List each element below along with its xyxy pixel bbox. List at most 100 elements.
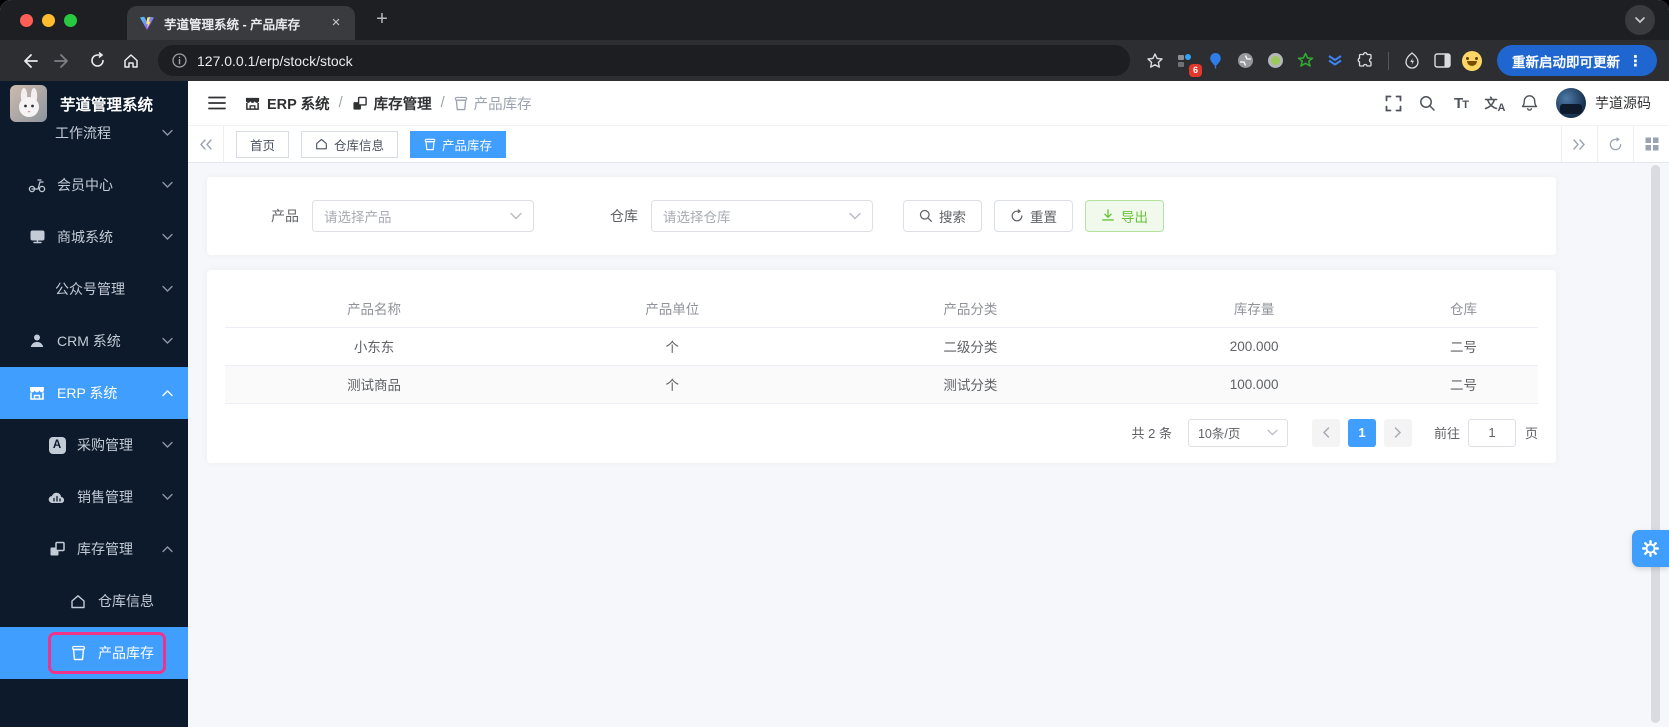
profile-emoji-icon[interactable] [1459,48,1485,74]
locale-button[interactable]: 文A [1478,86,1512,120]
extension-camera-icon[interactable] [1232,48,1258,74]
breadcrumb-separator: / [338,95,343,111]
stock-table-panel: 产品名称 产品单位 产品分类 库存量 仓库 小东东 个 二级分类 200.000… [207,270,1556,463]
person-icon [27,333,47,349]
url-text[interactable]: 127.0.0.1/erp/stock/stock [197,53,353,69]
tab-refresh-button[interactable] [1597,126,1633,162]
extension-chevrons-icon[interactable] [1322,48,1348,74]
sidebar-item-stock-mgmt[interactable]: 库存管理 [0,523,188,575]
sidebar-item-label: 产品库存 [98,645,154,661]
app-header: ERP 系统 / 库存管理 / 产品库存 TT 文A 芋道源码 [188,81,1669,126]
sidebar-menu: 工作流程 会员中心 商城系统 公众号管理 CRM 系统 ERP 系统 A 采购管… [0,107,188,679]
chevron-down-icon [162,233,173,240]
sidebar-item-sales[interactable]: 销售管理 [0,471,188,523]
next-page-button[interactable] [1383,418,1412,447]
home-button[interactable] [116,46,146,76]
relaunch-to-update-button[interactable]: 重新启动即可更新 ⋮ [1497,45,1657,76]
back-arrow-icon [24,53,38,68]
bell-icon [1521,95,1537,111]
tabs-scroll-right-button[interactable] [1561,126,1597,162]
search-button[interactable] [1410,86,1444,120]
close-window-button[interactable] [20,13,33,27]
export-button-label: 导出 [1121,210,1148,225]
export-button[interactable]: 导出 [1085,200,1164,232]
sidebar-item-product-stock[interactable]: 产品库存 [0,627,188,679]
page-size-select[interactable]: 10条/页 [1187,418,1288,447]
storefront-icon [245,97,260,110]
page-tab-product-stock[interactable]: 产品库存 [410,130,507,158]
warehouse-select-placeholder: 请选择仓库 [663,210,731,225]
tab-close-icon[interactable]: × [327,14,345,32]
reset-button[interactable]: 重置 [994,200,1073,232]
sidebar-item-purchase[interactable]: A 采购管理 [0,419,188,471]
zoom-window-button[interactable] [64,13,77,27]
back-button[interactable] [14,46,44,76]
browser-tab[interactable]: 芋道管理系统 - 产品库存 × [127,6,355,40]
forward-button[interactable] [48,46,78,76]
extensions-puzzle-button[interactable] [1352,48,1378,74]
cell-product-unit: 个 [523,365,822,404]
fullscreen-button[interactable] [1376,86,1410,120]
table-row[interactable]: 小东东 个 二级分类 200.000 二号 [225,327,1538,366]
battery-saver-icon[interactable] [1399,48,1425,74]
breadcrumb-erp[interactable]: ERP 系统 [244,93,330,114]
search-button[interactable]: 搜索 [903,200,982,232]
site-info-icon[interactable] [172,53,187,68]
extension-balloon-icon[interactable] [1202,48,1228,74]
tab-search-button[interactable] [1625,5,1655,35]
extension-star-icon[interactable] [1292,48,1318,74]
page-number-current[interactable]: 1 [1347,418,1376,447]
pagination-total: 共 2 条 [1131,426,1172,441]
main-scrollbar[interactable] [1651,165,1660,723]
table-row[interactable]: 测试商品 个 测试分类 100.000 二号 [225,365,1538,404]
breadcrumb-stock-mgmt[interactable]: 库存管理 [352,93,432,114]
boxes-icon [353,96,367,110]
extension-downloads-icon[interactable]: 6 [1172,48,1202,77]
cell-warehouse: 二号 [1388,365,1538,404]
cell-stock-count: 100.000 [1119,365,1389,404]
theme-settings-button[interactable] [1632,530,1669,567]
notifications-button[interactable] [1512,86,1546,120]
page-tab-warehouse-info[interactable]: 仓库信息 [301,130,399,158]
bookmark-star-button[interactable] [1142,48,1168,74]
extension-record-icon[interactable] [1262,48,1288,74]
sidebar-item-label: 公众号管理 [55,281,125,297]
product-select[interactable]: 请选择产品 [312,200,534,232]
minimize-window-button[interactable] [42,13,55,27]
side-panel-button[interactable] [1429,48,1455,74]
sidebar-item-label: 仓库信息 [98,593,154,609]
sidebar-item-member-center[interactable]: 会员中心 [0,159,188,211]
product-filter-label: 产品 [271,208,299,224]
browser-window: 芋道管理系统 - 产品库存 × + 127.0.0.1/erp/stock/st… [0,0,1669,727]
sidebar-item-erp[interactable]: ERP 系统 [0,367,188,419]
tab-layout-button[interactable] [1633,126,1669,162]
username[interactable]: 芋道源码 [1595,93,1651,113]
search-icon [1428,104,1435,111]
sidebar-item-workflow[interactable]: 工作流程 [0,107,188,159]
sidebar-item-official-account[interactable]: 公众号管理 [0,263,188,315]
sidebar-item-mall-system[interactable]: 商城系统 [0,211,188,263]
star-icon [1147,52,1163,68]
page-tab-home[interactable]: 首页 [236,130,290,158]
reload-button[interactable] [82,46,112,76]
user-avatar[interactable] [1556,88,1586,118]
goto-page-input[interactable] [1467,418,1516,447]
chevron-left-icon [1322,427,1330,438]
tab-label: 产品库存 [442,138,493,153]
tabs-scroll-left-button[interactable] [188,126,224,162]
sidebar-item-warehouse-info[interactable]: 仓库信息 [0,575,188,627]
tab-label: 仓库信息 [334,138,385,153]
cell-product-category: 测试分类 [821,365,1120,404]
sidebar-item-crm[interactable]: CRM 系统 [0,315,188,367]
warehouse-select[interactable]: 请选择仓库 [651,200,873,232]
collapse-menu-button[interactable] [202,88,232,118]
grid-icon [1652,145,1658,151]
prev-page-button[interactable] [1311,418,1340,447]
browser-menu-kebab-icon[interactable]: ⋮ [1620,52,1651,70]
cell-stock-count: 200.000 [1119,327,1389,366]
translate-icon: 文A [1484,95,1506,114]
new-tab-button[interactable]: + [369,7,395,33]
warehouse-filter-label: 仓库 [610,208,638,224]
address-bar[interactable]: 127.0.0.1/erp/stock/stock [158,45,1130,76]
font-size-button[interactable]: TT [1444,86,1478,120]
